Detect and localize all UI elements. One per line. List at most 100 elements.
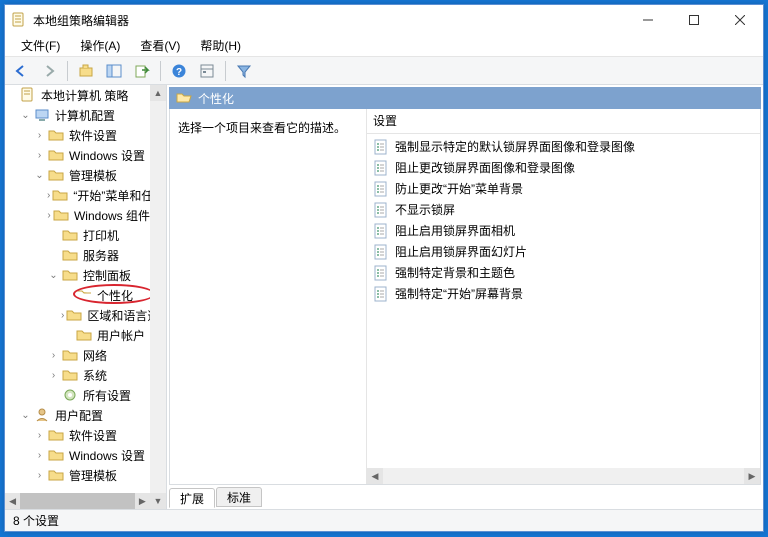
window-controls [625,5,763,35]
tree-label: 用户帐户 [97,327,145,344]
twisty-closed-icon[interactable]: › [47,369,60,382]
twisty-closed-icon[interactable]: › [47,349,60,362]
tree-label: 打印机 [83,227,119,244]
folder-icon [48,447,64,463]
col-header-label: 设置 [373,112,397,129]
minimize-button[interactable] [625,5,671,35]
policy-item-icon [373,181,389,197]
tree-start-menu[interactable]: › “开始”菜单和任务栏 [5,185,150,205]
list-item[interactable]: 强制特定背景和主题色 [371,262,756,283]
scroll-right-icon[interactable]: ▶ [744,468,760,484]
tree-personalization[interactable]: 个性化 [5,285,150,305]
tree-label: 管理模板 [69,167,117,184]
up-button[interactable] [74,60,98,82]
folder-icon [48,167,64,183]
scroll-down-icon[interactable]: ▼ [150,493,166,509]
list-item[interactable]: 防止更改“开始”菜单背景 [371,178,756,199]
scroll-left-icon[interactable]: ◀ [5,493,20,509]
computer-icon [34,107,50,123]
twisty-closed-icon[interactable]: › [33,149,46,162]
scroll-thumb[interactable] [20,493,134,509]
list-item-label: 阻止启用锁屏界面幻灯片 [395,243,527,260]
tree-windows-settings-2[interactable]: › Windows 设置 [5,445,150,465]
gpedit-window: 本地组策略编辑器 文件(F) 操作(A) 查看(V) 帮助(H) ? [4,4,764,532]
tree-system[interactable]: › 系统 [5,365,150,385]
tree-region-language[interactable]: › 区域和语言选项 [5,305,150,325]
tree-label: 软件设置 [69,427,117,444]
list-item[interactable]: 阻止启用锁屏界面相机 [371,220,756,241]
list-item-label: 强制特定“开始”屏幕背景 [395,285,523,302]
twisty-closed-icon[interactable]: › [33,129,46,142]
settings-list[interactable]: 强制显示特定的默认锁屏界面图像和登录图像 阻止更改锁屏界面图像和登录图像 防止更… [367,134,760,468]
highlight-ring [73,284,150,304]
help-button[interactable]: ? [167,60,191,82]
tree-label: 系统 [83,367,107,384]
forward-button[interactable] [37,60,61,82]
folder-icon [53,207,69,223]
tree-admin-templates-2[interactable]: › 管理模板 [5,465,150,485]
scroll-left-icon[interactable]: ◀ [367,468,383,484]
tree-vscrollbar[interactable]: ▲ ▼ [150,85,166,509]
details-header-title: 个性化 [198,90,234,107]
scroll-right-icon[interactable]: ▶ [135,493,150,509]
filter-button[interactable] [232,60,256,82]
tree-servers[interactable]: 服务器 [5,245,150,265]
twisty-closed-icon[interactable]: › [61,309,64,322]
back-button[interactable] [9,60,33,82]
folder-icon [62,267,78,283]
maximize-button[interactable] [671,5,717,35]
tree-software-settings[interactable]: › 软件设置 [5,125,150,145]
tree-pane[interactable]: 本地计算机 策略 ⌄ 计算机配置 › 软件设置 › [5,85,167,509]
tree-network[interactable]: › 网络 [5,345,150,365]
tab-extended[interactable]: 扩展 [169,488,215,508]
description-pane: 选择一个项目来查看它的描述。 [170,109,366,484]
twisty-closed-icon[interactable]: › [33,449,46,462]
twisty-open-icon[interactable]: ⌄ [47,269,60,282]
menu-view[interactable]: 查看(V) [130,35,190,56]
titlebar[interactable]: 本地组策略编辑器 [5,5,763,35]
list-item[interactable]: 阻止启用锁屏界面幻灯片 [371,241,756,262]
scroll-up-icon[interactable]: ▲ [150,85,166,101]
folder-icon [62,347,78,363]
tab-label: 扩展 [180,490,204,507]
list-item[interactable]: 强制特定“开始”屏幕背景 [371,283,756,304]
settings-column-header[interactable]: 设置 [367,109,760,131]
user-icon [34,407,50,423]
twisty-open-icon[interactable]: ⌄ [19,409,32,422]
tree-control-panel[interactable]: ⌄ 控制面板 [5,265,150,285]
tree-printers[interactable]: 打印机 [5,225,150,245]
tree-root[interactable]: 本地计算机 策略 [5,85,150,105]
tree-windows-settings[interactable]: › Windows 设置 [5,145,150,165]
tree-hscrollbar[interactable]: ◀ ▶ [5,493,150,509]
tree-software-settings-2[interactable]: › 软件设置 [5,425,150,445]
tree-admin-templates[interactable]: ⌄ 管理模板 [5,165,150,185]
tree-all-settings[interactable]: 所有设置 [5,385,150,405]
folder-open-icon [176,89,192,108]
twisty-closed-icon[interactable]: › [47,189,50,202]
menu-action[interactable]: 操作(A) [70,35,130,56]
properties-button[interactable] [195,60,219,82]
twisty-closed-icon[interactable]: › [33,469,46,482]
tab-standard[interactable]: 标准 [216,487,262,507]
twisty-closed-icon[interactable]: › [47,209,51,222]
folder-icon [48,147,64,163]
tree-user-accounts[interactable]: 用户帐户 [5,325,150,345]
tree-user-config[interactable]: ⌄ 用户配置 [5,405,150,425]
close-button[interactable] [717,5,763,35]
show-hide-tree-button[interactable] [102,60,126,82]
menu-help[interactable]: 帮助(H) [190,35,251,56]
tree-label: Windows 设置 [69,147,145,164]
export-button[interactable] [130,60,154,82]
tree-label: “开始”菜单和任务栏 [73,187,150,204]
twisty-open-icon[interactable]: ⌄ [19,109,32,122]
list-item[interactable]: 阻止更改锁屏界面图像和登录图像 [371,157,756,178]
list-item[interactable]: 强制显示特定的默认锁屏界面图像和登录图像 [371,136,756,157]
menu-file[interactable]: 文件(F) [11,35,70,56]
tree-computer-config[interactable]: ⌄ 计算机配置 [5,105,150,125]
twisty-closed-icon[interactable]: › [33,429,46,442]
list-item[interactable]: 不显示锁屏 [371,199,756,220]
tree-windows-components[interactable]: › Windows 组件 [5,205,150,225]
twisty-open-icon[interactable]: ⌄ [33,169,46,182]
twisty-icon [47,229,60,242]
list-hscrollbar[interactable]: ◀ ▶ [367,468,760,484]
